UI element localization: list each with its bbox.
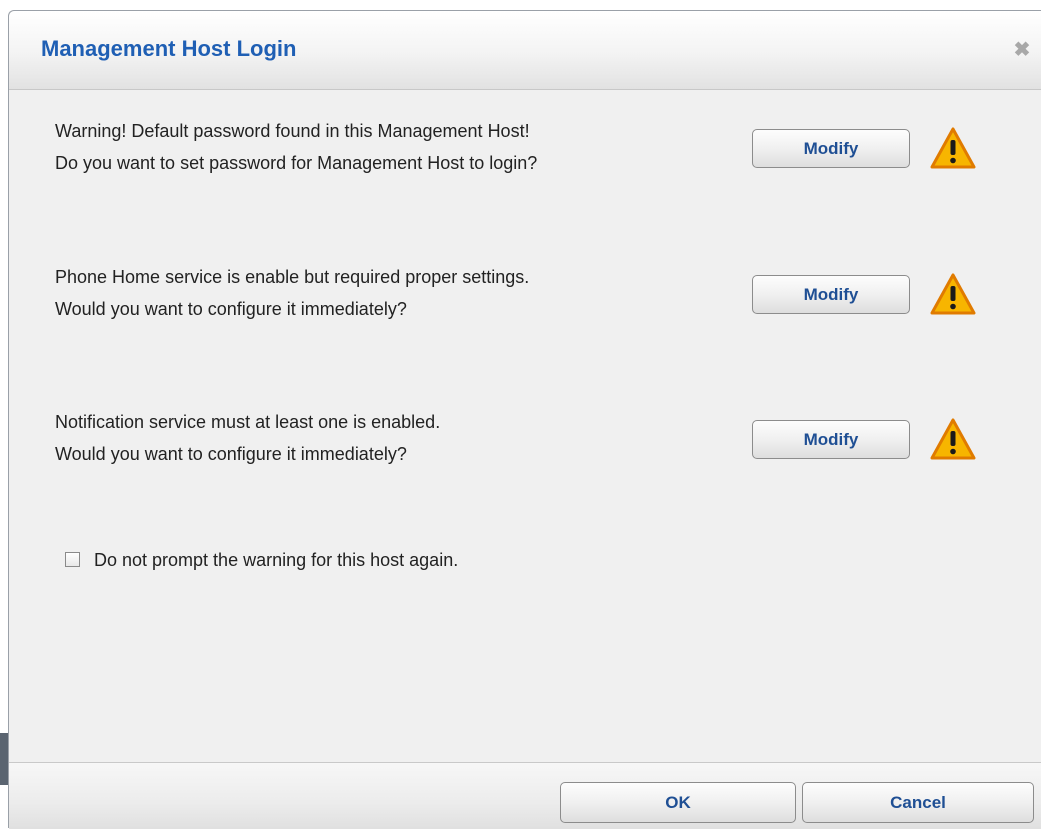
warning-icon <box>930 418 976 460</box>
warning-message-line-2: Would you want to configure it immediate… <box>55 444 407 464</box>
warning-icon <box>930 273 976 315</box>
dialog-title-bar[interactable]: Management Host Login ✖ <box>9 11 1041 90</box>
dont-prompt-again-checkbox[interactable] <box>65 552 80 567</box>
management-host-login-dialog: Management Host Login ✖ Warning! Default… <box>8 10 1041 829</box>
warning-row-notification: Notification service must at least one i… <box>55 406 995 476</box>
dont-prompt-again-label[interactable]: Do not prompt the warning for this host … <box>94 548 458 572</box>
close-icon[interactable]: ✖ <box>1011 39 1033 61</box>
warning-row-default-password: Warning! Default password found in this … <box>55 115 995 185</box>
warning-message-line-2: Would you want to configure it immediate… <box>55 299 407 319</box>
warning-message-line-1: Notification service must at least one i… <box>55 412 441 432</box>
warning-message-line-1: Warning! Default password found in this … <box>55 121 530 141</box>
dialog-footer: OK Cancel <box>9 762 1041 829</box>
warning-message: Notification service must at least one i… <box>55 406 440 470</box>
modify-password-button[interactable]: Modify <box>752 129 910 168</box>
warning-message: Phone Home service is enable but require… <box>55 261 529 325</box>
ok-button[interactable]: OK <box>560 782 796 823</box>
cancel-button[interactable]: Cancel <box>802 782 1034 823</box>
warning-icon <box>930 127 976 169</box>
warning-row-phone-home: Phone Home service is enable but require… <box>55 261 995 331</box>
modify-phone-home-button[interactable]: Modify <box>752 275 910 314</box>
modify-notification-button[interactable]: Modify <box>752 420 910 459</box>
warning-message: Warning! Default password found in this … <box>55 115 537 179</box>
warning-message-line-2: Do you want to set password for Manageme… <box>55 153 538 173</box>
dialog-title: Management Host Login <box>41 36 297 61</box>
warning-message-line-1: Phone Home service is enable but require… <box>55 267 530 287</box>
